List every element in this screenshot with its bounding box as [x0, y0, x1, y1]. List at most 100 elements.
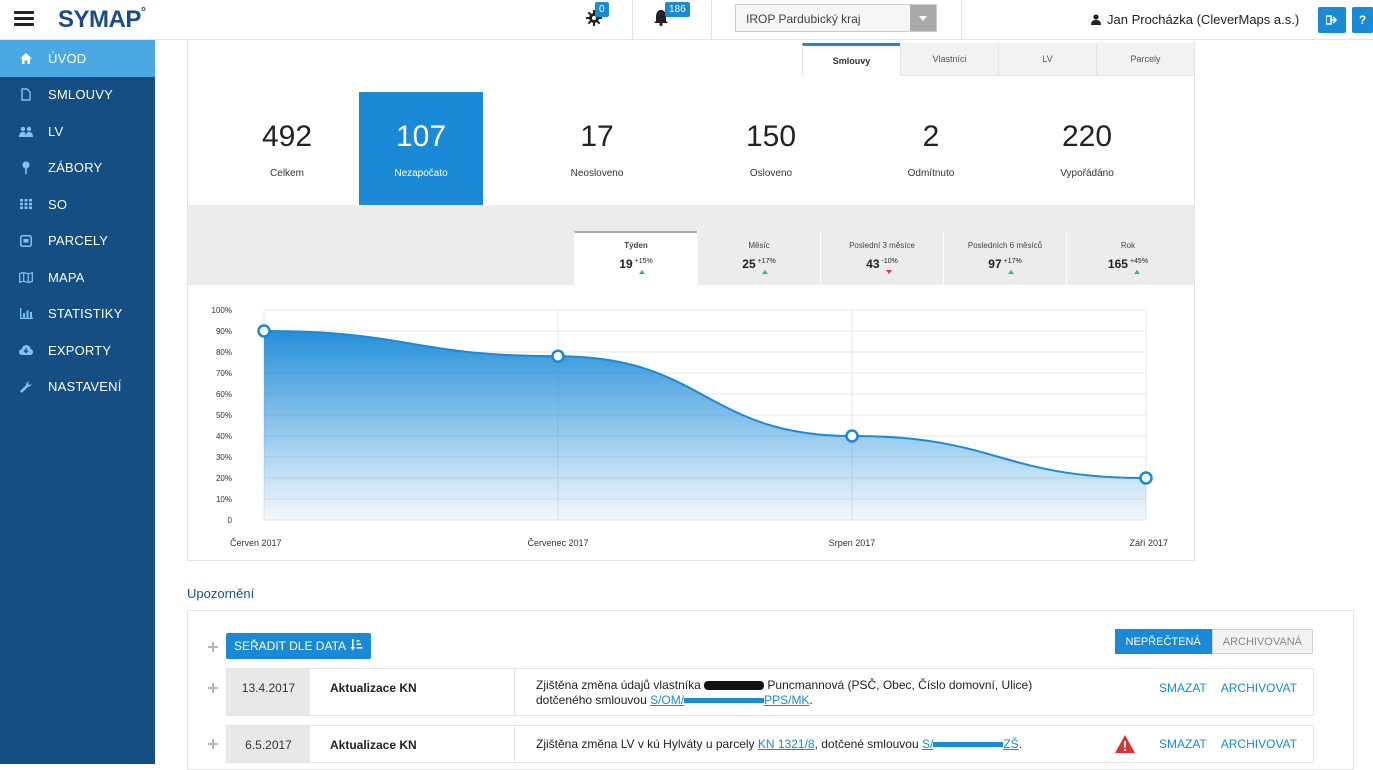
delete-button[interactable]: SMAZAT	[1159, 681, 1207, 695]
tab-smlouvy[interactable]: Smlouvy	[802, 43, 900, 76]
sidebar-item-nastaveni[interactable]: NASTAVENÍ	[0, 369, 155, 406]
period-tyden[interactable]: Týden 19 +15%	[574, 231, 697, 285]
period-6-mesicu[interactable]: Posledních 6 měsíců 97 +17%	[943, 231, 1066, 285]
trend-down-icon	[885, 270, 892, 274]
cloud-icon	[18, 343, 34, 357]
project-select-value: IROP Pardubický kraj	[746, 12, 861, 26]
stat-osloveno[interactable]: 150 Osloveno	[709, 92, 833, 205]
filter-unread-button[interactable]: NEPŘEČTENÁ	[1114, 629, 1212, 654]
period-value: 19 +15%	[575, 257, 697, 274]
chart-area	[264, 331, 1146, 520]
period-band: Týden 19 +15% Měsíc 25 +17% Poslední 3 měs…	[188, 205, 1194, 285]
sort-label: SEŘADIT DLE DATA	[234, 639, 346, 653]
logout-button[interactable]	[1318, 7, 1346, 33]
project-select[interactable]: IROP Pardubický kraj	[735, 4, 937, 32]
sort-by-date-button[interactable]: SEŘADIT DLE DATA	[226, 633, 371, 659]
x-tick-label: Srpen 2017	[829, 538, 876, 548]
wrench-icon	[18, 380, 34, 394]
archive-button[interactable]: ARCHIVOVAT	[1221, 737, 1297, 751]
filter-archived-button[interactable]: ARCHIVOVANÁ	[1211, 629, 1313, 654]
contract-link[interactable]: S/OM/PPS/MK	[650, 693, 809, 707]
stat-value: 150	[745, 120, 797, 153]
table-row: 6.5.2017 Aktualizace KN Zjištěna změna L…	[226, 725, 1314, 763]
expand-row-icon[interactable]	[208, 739, 218, 749]
expand-all-icon[interactable]	[208, 642, 218, 652]
sidebar-item-label: NASTAVENÍ	[48, 379, 122, 395]
sidebar: ÚVOD SMLOUVY LV ZÁBORY SO PARCELY MAPA S…	[0, 40, 155, 764]
user-info[interactable]: Jan Procházka (CleverMaps a.s.)	[1091, 12, 1299, 27]
period-rok[interactable]: Rok 165 +45%	[1066, 231, 1189, 285]
progress-area-chart: 0 10% 20% 30% 40% 50% 60% 70% 80% 90% 100% Červen 2…	[212, 306, 1168, 548]
sidebar-item-label: MAPA	[48, 269, 85, 285]
stat-value: 2	[922, 120, 940, 153]
y-tick-label: 20%	[216, 474, 232, 483]
top-bar: SYMAP° 0 186 IROP Pardubický kraj Jan Pr…	[0, 0, 1373, 40]
stat-celkem[interactable]: 492 Celkem	[225, 92, 349, 205]
period-mesic[interactable]: Měsíc 25 +17%	[697, 231, 820, 285]
row-description: Zjištěna změna údajů vlastníka Puncmanno…	[536, 678, 1033, 707]
contract-link[interactable]: S/ZŠ	[922, 737, 1019, 751]
users-icon	[18, 124, 34, 138]
sidebar-item-zabory[interactable]: ZÁBORY	[0, 150, 155, 187]
divider	[514, 669, 515, 715]
data-point	[551, 349, 565, 363]
divider	[961, 0, 962, 40]
notifications-panel: SEŘADIT DLE DATA NEPŘEČTENÁ ARCHIVOVANÁ …	[187, 610, 1354, 770]
stat-value: 17	[580, 120, 614, 153]
stat-nezapocato[interactable]: 107 Nezapočato	[359, 92, 483, 217]
sidebar-item-label: STATISTIKY	[48, 306, 123, 322]
period-label: Rok	[1120, 241, 1136, 250]
y-tick-label: 0	[228, 516, 233, 525]
data-point	[1139, 471, 1153, 485]
redacted-contract-id	[684, 698, 765, 704]
delete-button[interactable]: SMAZAT	[1159, 737, 1207, 751]
stat-vyporadano[interactable]: 220 Vypořádáno	[1025, 92, 1149, 205]
parcel-link[interactable]: KN 1321/8	[758, 737, 815, 751]
sidebar-item-uvod[interactable]: ÚVOD	[0, 40, 155, 77]
sidebar-item-label: PARCELY	[48, 233, 109, 249]
trend-up-icon	[1007, 270, 1014, 274]
tab-parcely[interactable]: Parcely	[1096, 43, 1194, 76]
sidebar-item-lv[interactable]: LV	[0, 113, 155, 150]
period-label: Posledních 6 měsíců	[967, 241, 1043, 250]
period-change: +15%	[635, 258, 653, 274]
stat-neosloveno[interactable]: 17 Neosloveno	[535, 92, 659, 205]
y-tick-label: 30%	[216, 453, 232, 462]
expand-row-icon[interactable]	[208, 683, 218, 693]
notifications-button[interactable]: 186	[654, 2, 690, 31]
period-3-mesice[interactable]: Poslední 3 měsíce 43 -10%	[820, 231, 943, 285]
stat-value: 220	[1061, 120, 1113, 153]
sidebar-item-statistiky[interactable]: STATISTIKY	[0, 296, 155, 333]
sidebar-item-mapa[interactable]: MAPA	[0, 259, 155, 296]
trend-up-icon	[761, 270, 768, 274]
row-actions: SMAZAT ARCHIVOVAT	[1145, 737, 1297, 751]
x-tick-label: Červen 2017	[230, 538, 282, 548]
stat-odmitnuto[interactable]: 2 Odmítnuto	[869, 92, 993, 205]
sidebar-item-label: LV	[48, 123, 64, 139]
hamburger-menu-icon[interactable]	[14, 11, 34, 27]
data-point	[257, 324, 271, 338]
row-actions: SMAZAT ARCHIVOVAT	[1145, 681, 1297, 695]
sidebar-item-exporty[interactable]: EXPORTY	[0, 332, 155, 369]
settings-button[interactable]: 0	[586, 2, 609, 31]
sidebar-item-so[interactable]: SO	[0, 186, 155, 223]
read-filter-toggle: NEPŘEČTENÁ ARCHIVOVANÁ	[1114, 629, 1313, 654]
tab-vlastnici[interactable]: Vlastníci	[900, 43, 998, 76]
x-tick-label: Září 2017	[1129, 538, 1168, 548]
sidebar-item-label: ZÁBORY	[48, 160, 103, 176]
status-summary: 492 Celkem 107 Nezapočato 17 Neosloveno …	[188, 92, 1194, 217]
period-tabs: Týden 19 +15% Měsíc 25 +17% Poslední 3 měs…	[574, 231, 1189, 285]
sidebar-item-smlouvy[interactable]: SMLOUVY	[0, 77, 155, 114]
stat-label: Nezapočato	[394, 168, 448, 179]
y-tick-label: 10%	[216, 495, 232, 504]
tab-lv[interactable]: LV	[998, 43, 1096, 76]
archive-button[interactable]: ARCHIVOVAT	[1221, 681, 1297, 695]
app-logo[interactable]: SYMAP°	[58, 4, 146, 34]
document-icon	[18, 88, 34, 102]
y-tick-label: 80%	[216, 348, 232, 357]
help-button[interactable]: ?	[1352, 7, 1373, 33]
sidebar-item-label: EXPORTY	[48, 342, 112, 358]
sidebar-item-parcely[interactable]: PARCELY	[0, 223, 155, 260]
y-tick-label: 70%	[216, 369, 232, 378]
divider	[711, 0, 712, 40]
